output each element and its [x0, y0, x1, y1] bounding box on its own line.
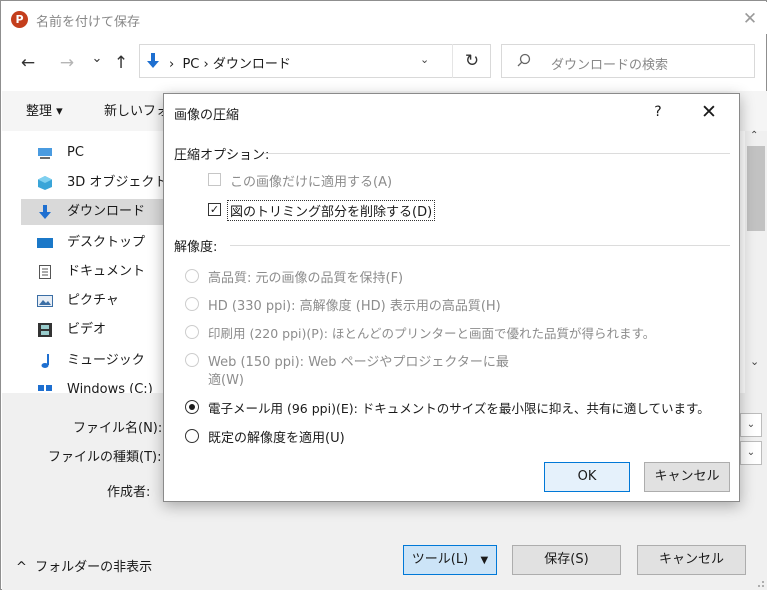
web-150-label-cont: 適(W) — [208, 373, 244, 388]
email-96-label: 電子メール用 (96 ppi)(E): ドキュメントのサイズを最小限に抑え、共有… — [208, 401, 710, 416]
delete-cropped-checkbox[interactable]: ✓ — [208, 203, 221, 216]
high-fidelity-label: 高品質: 元の画像の品質を保持(F) — [208, 271, 404, 286]
search-icon — [517, 53, 531, 71]
apply-only-this-checkbox[interactable] — [208, 173, 221, 186]
hd-330-radio[interactable] — [185, 297, 199, 311]
default-resolution-radio[interactable] — [185, 429, 199, 443]
sidebar-item-documents[interactable]: ドキュメント — [21, 259, 166, 285]
sidebar-item-desktop[interactable]: デスクトップ — [21, 230, 166, 256]
web-150-label: Web (150 ppi): Web ページやプロジェクターに最 — [208, 355, 509, 370]
resize-grip-icon[interactable] — [755, 577, 765, 587]
title-bar: P 名前を付けて保存 ✕ — [2, 2, 767, 34]
sidebar-item-label: ビデオ — [67, 322, 107, 337]
download-icon — [37, 204, 53, 220]
apply-only-this-label: この画像だけに適用する(A) — [230, 175, 393, 190]
download-folder-icon — [145, 51, 161, 73]
recent-locations-chevron-icon[interactable]: ⌄ — [87, 47, 107, 71]
new-folder-button[interactable]: 新しいフォ — [104, 100, 169, 119]
author-label: 作成者: — [107, 485, 151, 500]
refresh-icon[interactable]: ↻ — [452, 44, 491, 78]
up-arrow-icon[interactable]: ↑ — [111, 51, 131, 75]
compression-options-label: 圧縮オプション: — [174, 148, 270, 163]
address-path[interactable]: › PC › ダウンロード — [169, 53, 291, 72]
delete-cropped-label: 図のトリミング部分を削除する(D) — [226, 200, 436, 221]
scroll-up-icon[interactable]: ⌃ — [750, 130, 758, 141]
dialog-title: 画像の圧縮 — [174, 108, 240, 123]
sidebar-item-videos[interactable]: ビデオ — [21, 317, 166, 343]
search-input[interactable]: ダウンロードの検索 — [551, 54, 668, 73]
default-resolution-label: 既定の解像度を適用(U) — [208, 431, 345, 446]
drive-icon — [37, 384, 53, 393]
compress-pictures-dialog: 画像の圧縮 ? ✕ 圧縮オプション: この画像だけに適用する(A) ✓ 図のトリ… — [163, 93, 740, 502]
filename-dropdown-icon[interactable]: ⌄ — [740, 413, 762, 437]
sidebar-item-label: ミュージック — [67, 353, 145, 368]
sidebar-item-label: Windows (C:) — [67, 382, 153, 393]
sidebar-item-pictures[interactable]: ピクチャ — [21, 288, 166, 314]
web-150-radio[interactable] — [185, 353, 199, 367]
dialog-cancel-button[interactable]: キャンセル — [644, 462, 730, 492]
tools-button[interactable]: ツール(L) ▼ — [403, 545, 497, 575]
back-arrow-icon[interactable]: ← — [18, 51, 38, 75]
hd-330-label: HD (330 ppi): 高解像度 (HD) 表示用の高品質(H) — [208, 299, 501, 314]
powerpoint-icon: P — [11, 11, 28, 28]
sidebar-item-label: 3D オブジェクト — [67, 175, 168, 190]
address-bar[interactable]: › PC › ダウンロード ⌄ — [139, 44, 491, 78]
group-divider — [230, 245, 730, 246]
filetype-dropdown-icon[interactable]: ⌄ — [740, 441, 762, 465]
chevron-up-icon: ^ — [16, 560, 27, 575]
filename-label: ファイル名(N): — [73, 421, 163, 436]
sidebar-item-label: PC — [67, 145, 84, 160]
scrollbar-thumb[interactable] — [747, 146, 765, 231]
cancel-button[interactable]: キャンセル — [637, 545, 746, 575]
hide-folders-label: フォルダーの非表示 — [35, 560, 153, 575]
video-icon — [37, 322, 53, 338]
search-box[interactable]: ダウンロードの検索 — [501, 44, 755, 78]
sidebar-item-windows-c[interactable]: Windows (C:) — [21, 381, 166, 393]
scroll-down-icon[interactable]: ⌄ — [750, 355, 759, 368]
sidebar-item-downloads[interactable]: ダウンロード — [21, 199, 166, 225]
group-divider — [264, 153, 730, 154]
sidebar-item-music[interactable]: ミュージック — [21, 348, 166, 374]
desktop-icon — [37, 235, 53, 251]
tools-label: ツール(L) — [411, 552, 469, 567]
email-96-radio[interactable] — [185, 400, 199, 414]
cube-icon — [37, 175, 53, 191]
sidebar-item-label: ピクチャ — [67, 293, 119, 308]
radio-selected-dot — [189, 404, 195, 410]
music-icon — [37, 353, 53, 369]
document-icon — [37, 264, 53, 280]
sidebar-item-pc[interactable]: PC — [21, 140, 166, 166]
breadcrumb[interactable]: PC › ダウンロード — [182, 57, 290, 72]
sidebar-item-3d-objects[interactable]: 3D オブジェクト — [21, 170, 168, 196]
help-icon[interactable]: ? — [648, 100, 668, 124]
filetype-label: ファイルの種類(T): — [48, 450, 162, 465]
resolution-label: 解像度: — [174, 240, 218, 255]
window-title: 名前を付けて保存 — [36, 15, 141, 30]
close-icon[interactable]: ✕ — [738, 7, 762, 31]
breadcrumb-separator: › — [169, 57, 175, 72]
dialog-close-icon[interactable]: ✕ — [697, 100, 721, 124]
high-fidelity-radio[interactable] — [185, 269, 199, 283]
picture-icon — [37, 293, 53, 309]
organize-menu[interactable]: 整理 ▾ — [26, 100, 63, 119]
forward-arrow-icon[interactable]: → — [57, 51, 77, 75]
sidebar-item-label: ドキュメント — [67, 264, 146, 279]
print-220-radio[interactable] — [185, 325, 199, 339]
pc-icon — [37, 145, 53, 161]
ok-button[interactable]: OK — [544, 462, 630, 492]
sidebar-item-label: ダウンロード — [67, 204, 146, 219]
save-button[interactable]: 保存(S) — [512, 545, 621, 575]
address-dropdown-icon[interactable]: ⌄ — [420, 53, 429, 66]
print-220-label: 印刷用 (220 ppi)(P): ほとんどのプリンターと画面で優れた品質が得ら… — [208, 326, 656, 341]
hide-folders-toggle[interactable]: ^ フォルダーの非表示 — [16, 556, 152, 575]
dropdown-arrow-icon: ▼ — [480, 555, 489, 566]
sidebar-item-label: デスクトップ — [67, 235, 146, 250]
